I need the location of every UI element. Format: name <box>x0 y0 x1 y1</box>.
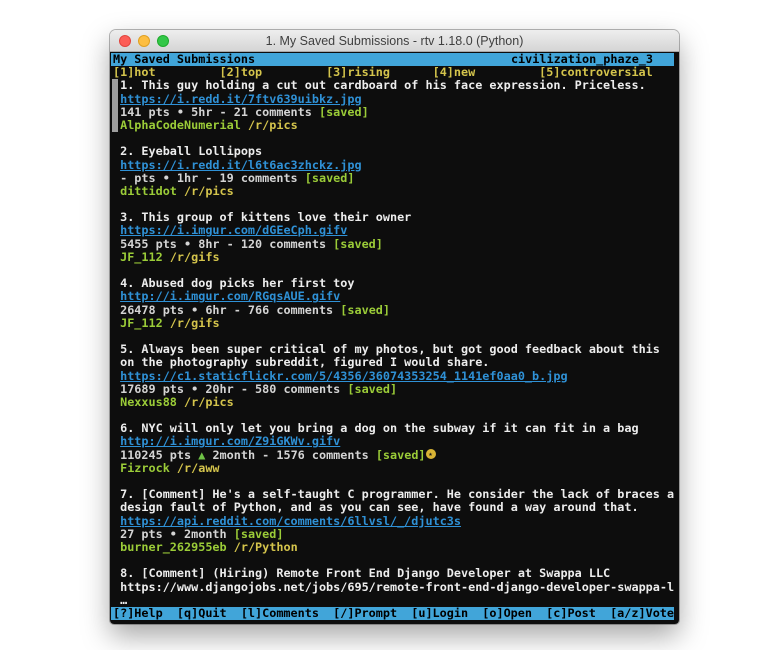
rtv-terminal-window: 1. My Saved Submissions - rtv 1.18.0 (Py… <box>110 30 679 624</box>
minimize-window-icon[interactable] <box>138 35 150 47</box>
submission-title: 8. [Comment] (Hiring) Remote Front End D… <box>120 567 674 580</box>
submission-subreddit[interactable]: /r/pics <box>248 118 298 132</box>
command-vote[interactable]: [a/z]Vote <box>610 607 674 620</box>
window-title: 1. My Saved Submissions - rtv 1.18.0 (Py… <box>266 34 524 48</box>
submission-author[interactable]: Fizrock <box>120 461 170 475</box>
saved-badge: [saved] <box>234 527 284 541</box>
submission-item[interactable]: 7. [Comment] He's a self-taught C progra… <box>113 488 674 554</box>
submission-author[interactable]: Nexxus88 <box>120 395 177 409</box>
submission-author[interactable]: burner_262955eb <box>120 540 227 554</box>
submission-url[interactable]: https://i.imgur.com/dGEeCph.gifv <box>120 223 347 237</box>
submission-author[interactable]: JF_112 <box>120 250 163 264</box>
command-prompt[interactable]: [/]Prompt <box>333 607 397 620</box>
submission-item[interactable]: 3. This group of kittens love their owne… <box>113 211 674 264</box>
command-login[interactable]: [u]Login <box>411 607 468 620</box>
submission-subreddit[interactable]: /r/Python <box>234 540 298 554</box>
submission-list: 1. This guy holding a cut out cardboard … <box>111 79 674 607</box>
footer-bar: [?]Help [q]Quit [l]Comments [/]Prompt [u… <box>111 607 674 620</box>
submission-url[interactable]: https://i.redd.it/7ftv639uibkz.jpg <box>120 92 361 106</box>
submission-subreddit[interactable]: /r/pics <box>184 184 234 198</box>
stats-text: 27 pts • 2month <box>120 527 234 541</box>
submission-url[interactable]: https://api.reddit.com/comments/6llvsl/_… <box>120 514 461 528</box>
stats-text: 17689 pts • 20hr - 580 comments <box>120 382 347 396</box>
window-titlebar[interactable]: 1. My Saved Submissions - rtv 1.18.0 (Py… <box>110 30 679 52</box>
command-quit[interactable]: [q]Quit <box>177 607 227 620</box>
terminal-content: My Saved Submissions civilization_phaze_… <box>110 52 679 624</box>
truncation-ellipsis: … <box>120 594 674 607</box>
close-window-icon[interactable] <box>119 35 131 47</box>
submission-author[interactable]: dittidot <box>120 184 177 198</box>
saved-badge: [saved] <box>305 171 355 185</box>
zoom-window-icon[interactable] <box>157 35 169 47</box>
stats-text: - pts • 1hr - 19 comments <box>120 171 305 185</box>
submission-url[interactable]: http://i.imgur.com/RGqsAUE.gifv <box>120 289 340 303</box>
command-post[interactable]: [c]Post <box>546 607 596 620</box>
stats-text: 2month - 1576 comments <box>205 448 375 462</box>
submission-url[interactable]: http://i.imgur.com/Z9iGKWv.gifv <box>120 434 340 448</box>
submission-url[interactable]: https://c1.staticflickr.com/5/4356/36074… <box>120 369 567 383</box>
submission-subreddit[interactable]: /r/gifs <box>170 250 220 264</box>
saved-badge: [saved] <box>376 448 426 462</box>
stats-text: 26478 pts • 6hr - 766 comments <box>120 303 340 317</box>
stats-text: 5455 pts • 8hr - 120 comments <box>120 237 333 251</box>
stats-text: 110245 pts <box>120 448 198 462</box>
command-open[interactable]: [o]Open <box>482 607 532 620</box>
submission-author[interactable]: JF_112 <box>120 316 163 330</box>
stats-text: 141 pts • 5hr - 21 comments <box>120 105 319 119</box>
command-comments[interactable]: [l]Comments <box>241 607 319 620</box>
saved-badge: [saved] <box>333 237 383 251</box>
submission-item[interactable]: 4. Abused dog picks her first toyhttp://… <box>113 277 674 330</box>
gilded-icon: ★ <box>426 449 436 459</box>
saved-badge: [saved] <box>340 303 390 317</box>
submission-subreddit[interactable]: /r/aww <box>177 461 220 475</box>
submission-subreddit[interactable]: /r/pics <box>184 395 234 409</box>
submission-item[interactable]: 2. Eyeball Lollipopshttps://i.redd.it/l6… <box>113 145 674 198</box>
command-help[interactable]: [?]Help <box>113 607 163 620</box>
submission-item[interactable]: 6. NYC will only let you bring a dog on … <box>113 422 674 475</box>
submission-title: https://www.djangojobs.net/jobs/695/remo… <box>120 581 674 594</box>
submission-item[interactable]: 8. [Comment] (Hiring) Remote Front End D… <box>113 567 674 607</box>
submission-url[interactable]: https://i.redd.it/l6t6ac3zhckz.jpg <box>120 158 361 172</box>
submission-subreddit[interactable]: /r/gifs <box>170 316 220 330</box>
submission-author[interactable]: AlphaCodeNumerial <box>120 118 241 132</box>
saved-badge: [saved] <box>319 105 369 119</box>
submission-item[interactable]: 1. This guy holding a cut out cardboard … <box>113 79 674 132</box>
submission-item[interactable]: 5. Always been super critical of my phot… <box>113 343 674 409</box>
saved-badge: [saved] <box>347 382 397 396</box>
